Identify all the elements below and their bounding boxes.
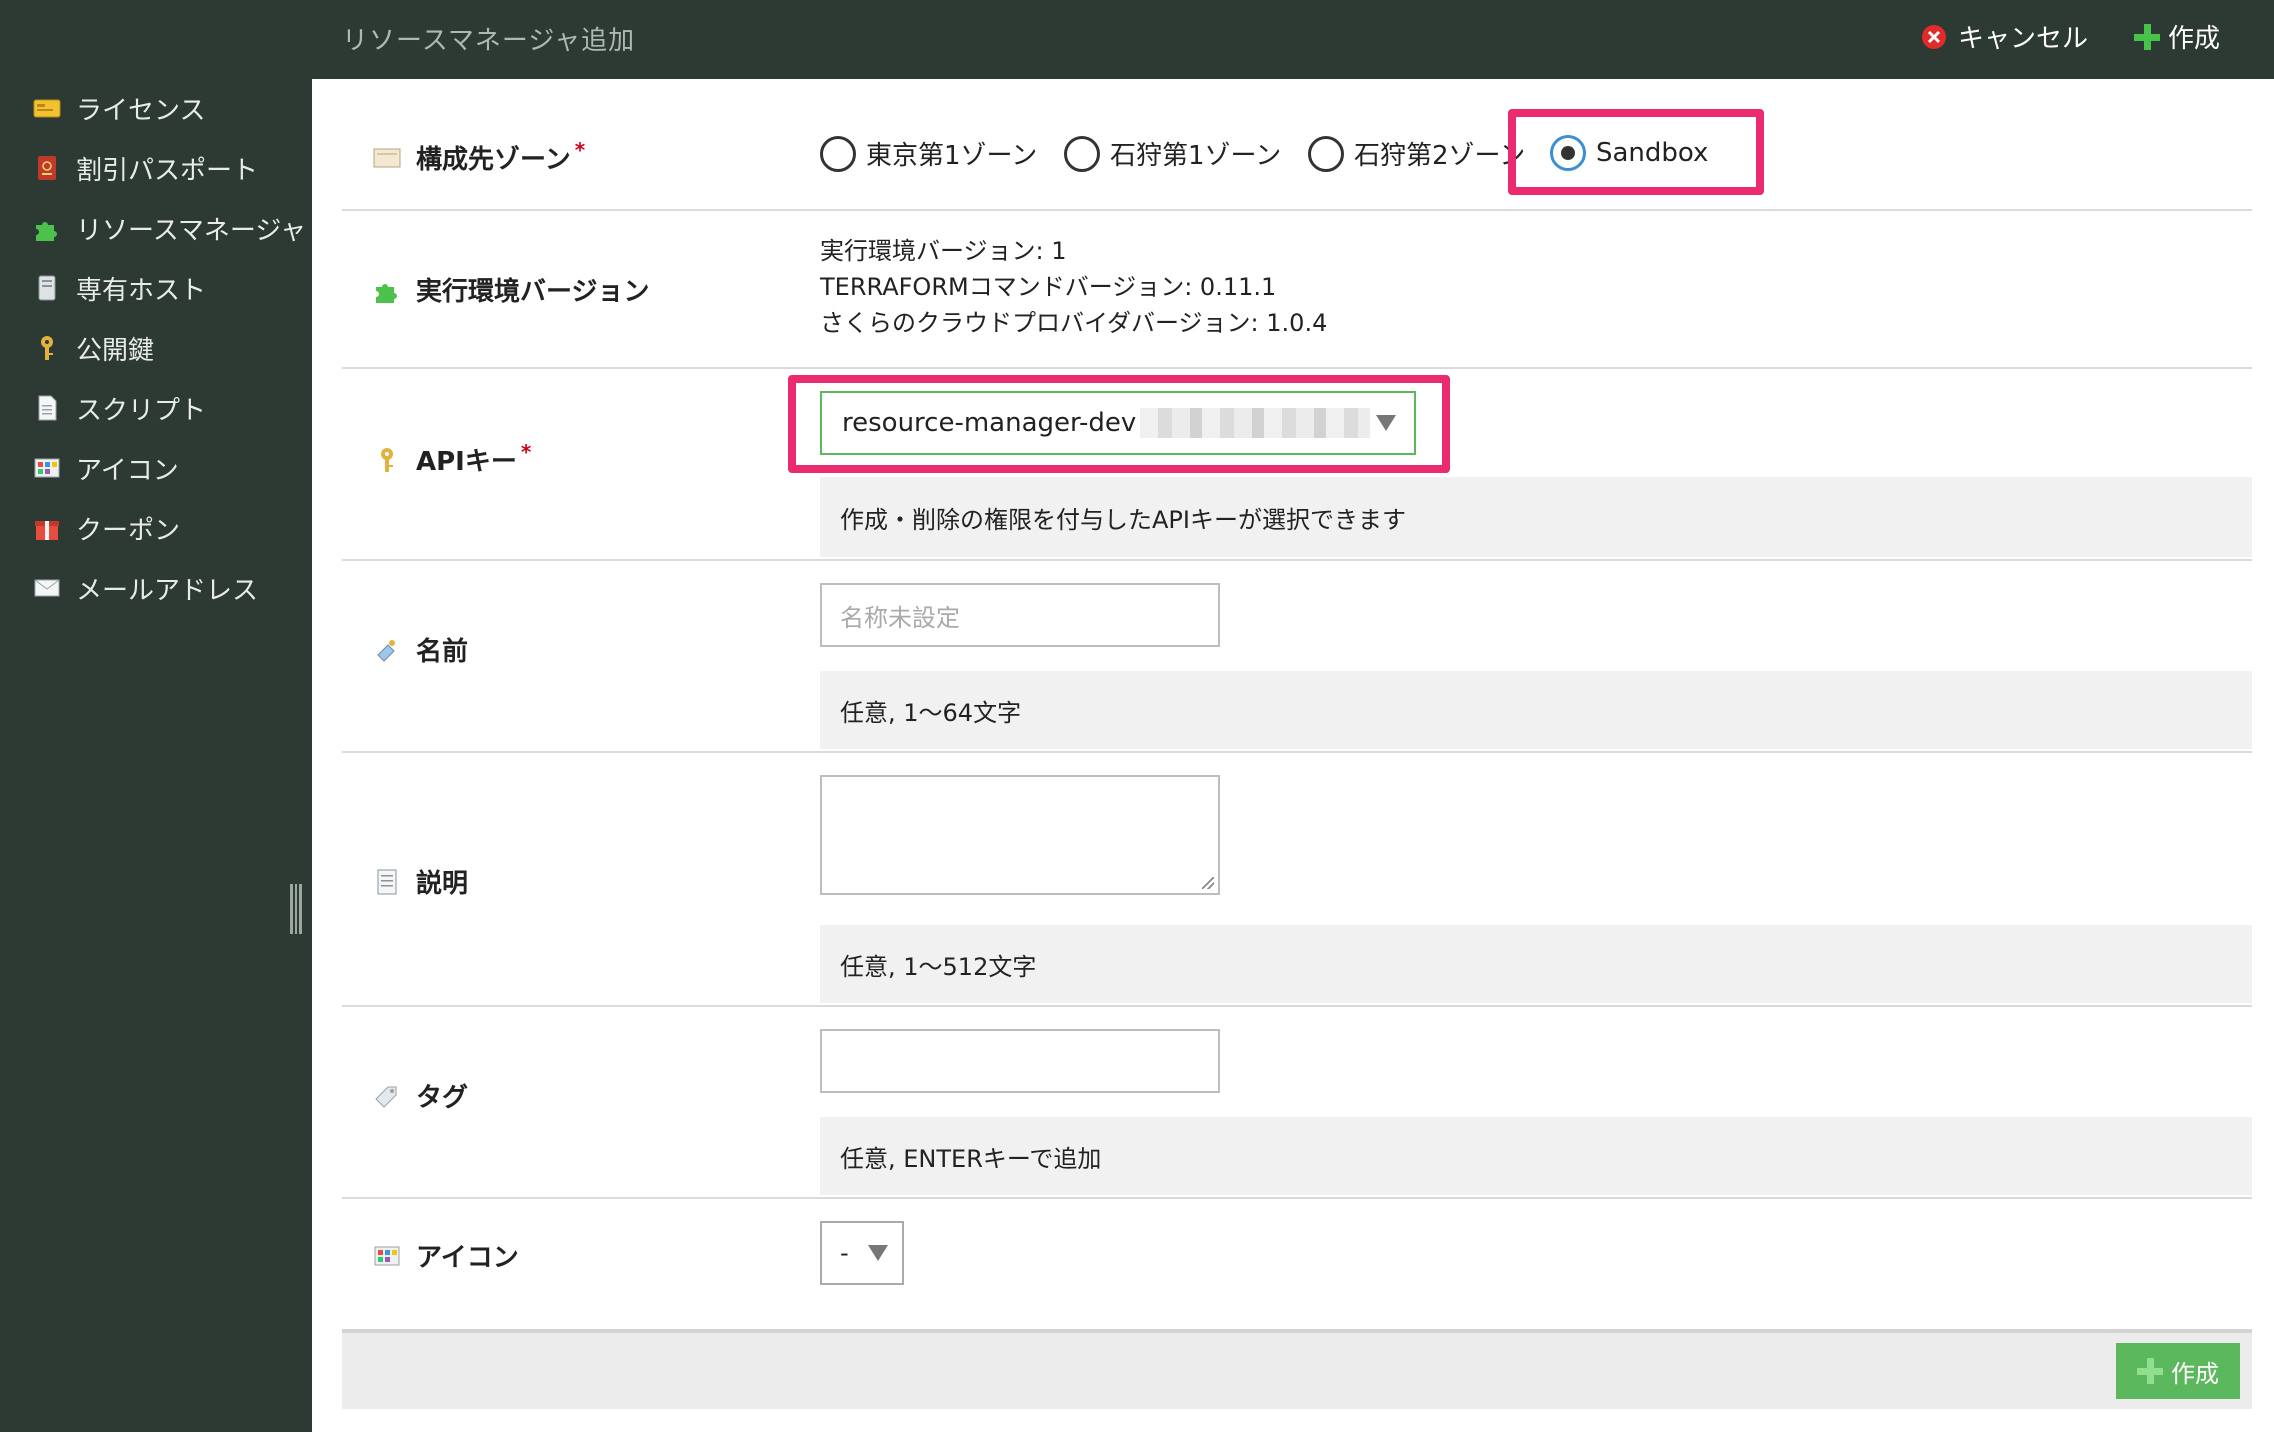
zone-radio-tokyo1[interactable]: 東京第1ゾーン bbox=[820, 135, 1037, 172]
form-content: 構成先ゾーン * 東京第1ゾーン 石狩第1ゾーン 石狩第2ゾーン Sandbox… bbox=[342, 79, 2252, 1432]
form-footer: 作成 bbox=[342, 1329, 2252, 1409]
tag-icon bbox=[372, 1081, 402, 1111]
plus-icon bbox=[2134, 23, 2160, 50]
create-label: 作成 bbox=[2168, 24, 2221, 54]
sidebar-item-public-key[interactable]: 公開鍵 bbox=[32, 323, 154, 373]
page-title: リソースマネージャ追加 bbox=[342, 26, 636, 56]
chevron-down-icon bbox=[868, 1245, 888, 1261]
icon-label: アイコン bbox=[372, 1237, 519, 1274]
sidebar-resize-handle[interactable] bbox=[290, 884, 302, 934]
zone-radio-ishikari1[interactable]: 石狩第1ゾーン bbox=[1064, 135, 1281, 172]
document-icon bbox=[32, 393, 62, 423]
sidebar-item-mail-address[interactable]: メールアドレス bbox=[32, 563, 258, 613]
sidebar-item-script[interactable]: スクリプト bbox=[32, 383, 206, 433]
radio-circle-selected[interactable] bbox=[1550, 135, 1586, 171]
radio-circle[interactable] bbox=[1308, 135, 1344, 172]
provider-version: さくらのクラウドプロバイダバージョン: 1.0.4 bbox=[820, 309, 1328, 337]
sidebar: ライセンス 割引パスポート リソースマネージャ 専有ホスト 公開鍵 スクリプト bbox=[0, 0, 312, 1432]
tags-input[interactable] bbox=[820, 1029, 1220, 1093]
description-textarea[interactable] bbox=[820, 775, 1220, 895]
sidebar-item-label: 割引パスポート bbox=[76, 155, 259, 186]
tags-label: タグ bbox=[372, 1077, 468, 1114]
runtime-row: 実行環境バージョン 実行環境バージョン: 1 TERRAFORMコマンドバージョ… bbox=[342, 209, 2252, 369]
icon-palette-icon bbox=[32, 453, 62, 483]
api-key-highlight-box bbox=[788, 375, 1450, 473]
cancel-label: キャンセル bbox=[1958, 24, 2089, 54]
puzzle-icon bbox=[372, 275, 402, 305]
name-help: 任意, 1〜64文字 bbox=[820, 671, 2252, 749]
api-key-label: APIキー * bbox=[372, 439, 532, 478]
radio-circle[interactable] bbox=[820, 135, 856, 172]
sidebar-item-coupon[interactable]: クーポン bbox=[32, 503, 180, 553]
icon-selected-value: - bbox=[840, 1239, 849, 1267]
footer-create-label: 作成 bbox=[2171, 1359, 2219, 1388]
api-key-help: 作成・削除の権限を付与したAPIキーが選択できます bbox=[820, 477, 2252, 557]
sidebar-item-label: 専有ホスト bbox=[76, 275, 207, 306]
server-icon bbox=[32, 273, 62, 303]
zone-radio-ishikari2[interactable]: 石狩第2ゾーン bbox=[1308, 135, 1525, 172]
icon-row: アイコン - bbox=[342, 1197, 2252, 1317]
terraform-version: TERRAFORMコマンドバージョン: 0.11.1 bbox=[820, 273, 1277, 301]
description-row: 説明 任意, 1〜512文字 bbox=[342, 751, 2252, 1007]
gift-icon bbox=[32, 513, 62, 543]
sidebar-item-label: スクリプト bbox=[76, 395, 207, 426]
cancel-button[interactable]: キャンセル bbox=[1920, 18, 2088, 55]
sidebar-item-label: メールアドレス bbox=[76, 575, 259, 606]
name-input[interactable]: 名称未設定 bbox=[820, 583, 1220, 647]
runtime-info: 実行環境バージョン: 1 TERRAFORMコマンドバージョン: 0.11.1 … bbox=[820, 233, 1327, 341]
api-key-row: APIキー * resource-manager-dev 作成・削除の権限を付与… bbox=[342, 367, 2252, 561]
passport-icon bbox=[32, 153, 62, 183]
notebook-icon bbox=[372, 867, 402, 897]
footer-create-button[interactable]: 作成 bbox=[2116, 1343, 2240, 1399]
puzzle-icon bbox=[32, 213, 62, 243]
mail-icon bbox=[32, 573, 62, 603]
create-button[interactable]: 作成 bbox=[2134, 18, 2220, 55]
sidebar-item-label: リソースマネージャ bbox=[76, 215, 307, 246]
sidebar-item-passport[interactable]: 割引パスポート bbox=[32, 143, 258, 193]
runtime-label: 実行環境バージョン bbox=[372, 271, 649, 308]
name-label: 名前 bbox=[372, 631, 468, 668]
key-icon bbox=[372, 445, 402, 475]
sidebar-item-dedicated-host[interactable]: 専有ホスト bbox=[32, 263, 206, 313]
name-placeholder: 名称未設定 bbox=[840, 603, 960, 632]
description-help: 任意, 1〜512文字 bbox=[820, 925, 2252, 1003]
zone-row: 構成先ゾーン * 東京第1ゾーン 石狩第1ゾーン 石狩第2ゾーン Sandbox bbox=[342, 79, 2252, 211]
required-mark: * bbox=[574, 137, 586, 162]
sidebar-item-icon[interactable]: アイコン bbox=[32, 443, 179, 493]
page-header: リソースマネージャ追加 キャンセル 作成 bbox=[312, 0, 2274, 79]
plus-icon bbox=[2137, 1358, 2163, 1384]
key-icon bbox=[32, 333, 62, 363]
description-label: 説明 bbox=[372, 863, 468, 900]
radio-circle[interactable] bbox=[1064, 135, 1100, 172]
sidebar-item-label: ライセンス bbox=[76, 95, 206, 126]
sidebar-item-label: 公開鍵 bbox=[76, 335, 155, 366]
name-row: 名前 名称未設定 任意, 1〜64文字 bbox=[342, 559, 2252, 753]
icon-select[interactable]: - bbox=[820, 1221, 904, 1285]
sidebar-item-label: アイコン bbox=[76, 455, 179, 486]
zone-label: 構成先ゾーン * bbox=[372, 137, 586, 176]
sidebar-item-label: クーポン bbox=[76, 515, 181, 546]
sidebar-item-license[interactable]: ライセンス bbox=[32, 83, 205, 133]
sidebar-item-resource-manager[interactable]: リソースマネージャ bbox=[32, 203, 306, 253]
zone-icon bbox=[372, 143, 402, 173]
icon-palette-icon bbox=[372, 1241, 402, 1271]
tags-row: タグ 任意, ENTERキーで追加 bbox=[342, 1005, 2252, 1199]
close-icon bbox=[1920, 23, 1948, 51]
name-tag-icon bbox=[372, 635, 402, 665]
tags-help: 任意, ENTERキーで追加 bbox=[820, 1117, 2252, 1195]
license-icon bbox=[32, 93, 62, 123]
zone-radio-sandbox[interactable]: Sandbox bbox=[1550, 135, 1708, 171]
runtime-version: 実行環境バージョン: 1 bbox=[820, 237, 1067, 265]
required-mark: * bbox=[520, 439, 532, 464]
